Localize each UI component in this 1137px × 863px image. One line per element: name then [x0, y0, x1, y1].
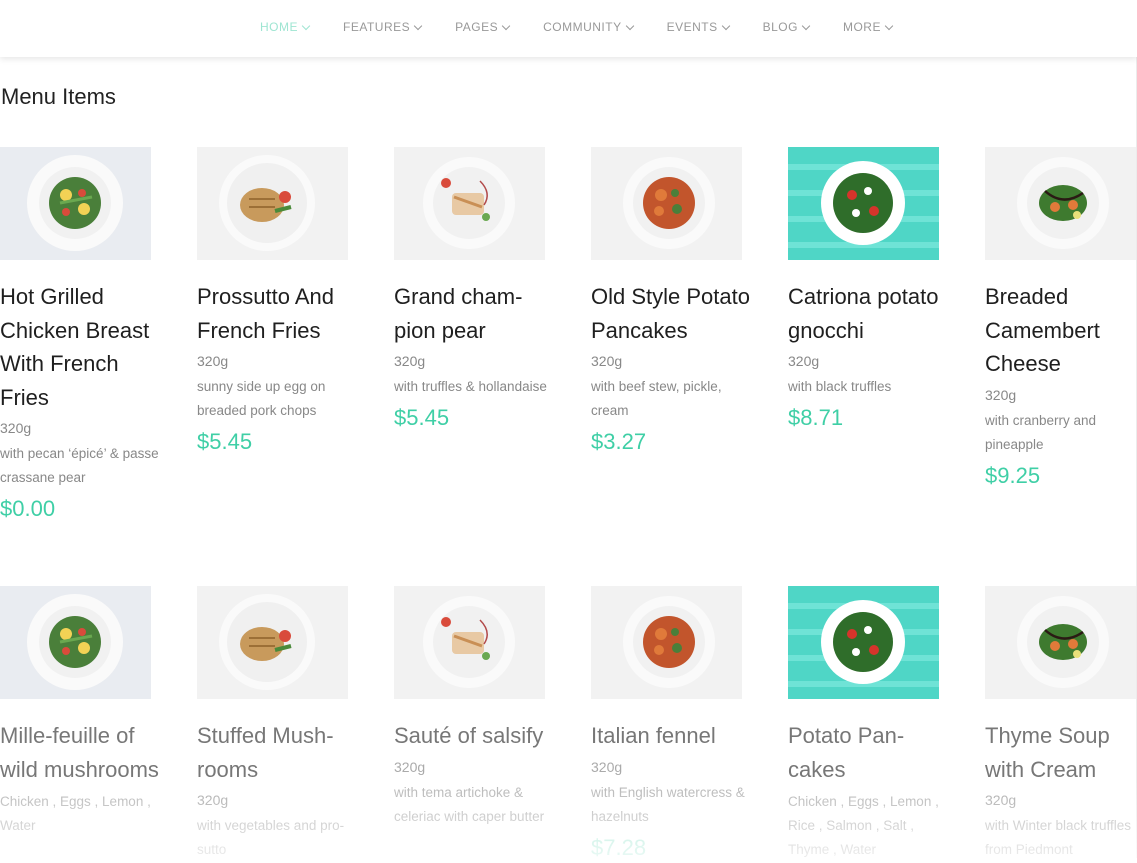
item-weight: 320g — [197, 353, 229, 369]
food-image[interactable] — [985, 586, 1136, 699]
item-name[interactable]: Old Style Potato Pan­cakes — [591, 280, 751, 347]
item-price: $7.28 — [591, 834, 647, 860]
nav-features[interactable]: FEATURES — [343, 20, 423, 34]
menu-item-card[interactable]: Stuffed Mush­rooms 320g with vegetables … — [197, 586, 357, 862]
chevron-down-icon — [301, 21, 311, 30]
item-price: $9.25 — [985, 462, 1041, 488]
item-weight: 320g — [985, 792, 1017, 808]
item-price: $8.71 — [788, 405, 844, 430]
item-description: with beef stew, pickle, cream — [591, 379, 722, 418]
menu-item-card[interactable]: Potato Pan­cakes Chicken , Eggs , Lemon … — [788, 586, 948, 862]
food-image[interactable] — [394, 586, 545, 699]
item-description: Chicken , Eggs , Lemon , Rice , Salmon ,… — [788, 794, 939, 857]
nav-label: FEATURES — [343, 20, 411, 34]
food-image[interactable] — [985, 147, 1136, 260]
item-weight: 320g — [591, 758, 623, 775]
nav-label: BLOG — [762, 20, 798, 34]
item-name[interactable]: Potato Pan­cakes — [788, 719, 948, 786]
item-description: with black truffles — [788, 379, 892, 394]
nav-label: MORE — [842, 20, 881, 34]
menu-item-card[interactable]: Breaded Camembert Cheese 320g with cranb… — [985, 147, 1137, 491]
chevron-down-icon — [501, 21, 511, 30]
food-image[interactable] — [591, 147, 742, 260]
food-image[interactable] — [197, 147, 348, 260]
nav-home[interactable]: HOME — [260, 20, 311, 34]
food-image[interactable] — [591, 586, 742, 699]
item-description: with cranberry and pineapple — [985, 412, 1097, 452]
item-name[interactable]: Sauté of sal­sify — [394, 719, 554, 753]
nav-events[interactable]: EVENTS — [666, 20, 730, 34]
item-weight: 320g — [197, 792, 229, 808]
item-name[interactable]: Stuffed Mush­rooms — [197, 719, 357, 786]
item-name[interactable]: Grand cham­pion pear — [394, 280, 554, 347]
item-weight: 320g — [394, 353, 426, 369]
menu-item-card[interactable]: Old Style Potato Pan­cakes 320g with bee… — [591, 147, 751, 457]
item-weight: 320g — [591, 353, 623, 369]
menu-item-card[interactable]: Thyme Soup with Cream 320g with Winter b… — [985, 586, 1137, 862]
nav-label: EVENTS — [666, 20, 718, 34]
food-image[interactable] — [197, 586, 348, 699]
item-weight: 320g — [0, 420, 32, 436]
item-weight: 320g — [985, 386, 1017, 403]
item-weight: 320g — [788, 353, 820, 369]
item-description: with pecan ‘épicé’ & passe crassane pear — [0, 446, 159, 485]
menu-item-card[interactable]: Prossutto And French Fries 320g sunny si… — [197, 147, 357, 457]
food-image[interactable] — [0, 586, 151, 699]
item-description: with Winter black truffles from Piedmont — [985, 818, 1132, 857]
nav-community[interactable]: COMMUNITY — [543, 20, 634, 34]
menu-item-card[interactable]: Sauté of sal­sify 320g with tema articho… — [394, 586, 554, 829]
chevron-down-icon — [721, 21, 730, 30]
item-name[interactable]: Hot Grilled Chicken Breast With French F… — [0, 280, 160, 414]
item-name[interactable]: Mille-feuille of wild mush­rooms — [0, 719, 160, 786]
nav-label: PAGES — [455, 20, 499, 34]
nav-blog[interactable]: BLOG — [762, 20, 811, 34]
chevron-down-icon — [801, 21, 811, 30]
food-image[interactable] — [788, 586, 939, 699]
menu-item-card[interactable]: Hot Grilled Chicken Breast With French F… — [0, 147, 160, 524]
top-navigation: HOME FEATURES PAGES COMMUNITY EVENTS BLO… — [0, 0, 1137, 57]
food-image[interactable] — [788, 147, 939, 260]
item-name[interactable]: Breaded Camembert Cheese — [985, 280, 1137, 381]
food-image[interactable] — [0, 147, 151, 260]
chevron-down-icon — [413, 21, 423, 30]
food-image[interactable] — [394, 147, 545, 260]
menu-grid: Hot Grilled Chicken Breast With French F… — [0, 0, 1137, 860]
item-name[interactable]: Catriona potato gnocchi — [788, 280, 948, 347]
nav-pages[interactable]: PAGES — [455, 20, 511, 34]
item-price: $5.45 — [394, 405, 450, 430]
item-description: with truffles & hol­landaise — [394, 379, 547, 394]
item-description: with vegetables and pro­sutto — [197, 818, 345, 857]
chevron-down-icon — [884, 21, 894, 30]
chevron-down-icon — [625, 21, 634, 30]
menu-item-card[interactable]: Grand cham­pion pear 320g with truffles … — [394, 147, 554, 433]
menu-item-card[interactable]: Mille-feuille of wild mush­rooms Chicken… — [0, 586, 160, 838]
item-description: with tema artichoke & celeriac with cape… — [394, 784, 545, 824]
nav-label: COMMUNITY — [543, 20, 622, 34]
item-price: $5.45 — [197, 429, 253, 454]
menu-item-card[interactable]: Catriona potato gnocchi 320g with black … — [788, 147, 948, 433]
item-name[interactable]: Prossutto And French Fries — [197, 280, 357, 347]
menu-item-card[interactable]: Italian fennel 320g with English watercr… — [591, 586, 751, 863]
item-description: sunny side up egg on breaded pork chops — [197, 379, 326, 418]
item-name[interactable]: Italian fennel — [591, 719, 751, 753]
nav-label: HOME — [260, 20, 298, 34]
item-description: Chicken , Eggs , Lemon , Water — [0, 794, 151, 833]
nav-menu: HOME FEATURES PAGES COMMUNITY EVENTS BLO… — [260, 20, 926, 34]
item-name[interactable]: Thyme Soup with Cream — [985, 719, 1137, 786]
item-price: $0.00 — [0, 496, 56, 521]
item-price: $3.27 — [591, 429, 647, 454]
nav-more[interactable]: MORE — [842, 20, 894, 34]
item-weight: 320g — [394, 758, 426, 775]
item-description: with English watercress & hazelnuts — [591, 784, 745, 824]
